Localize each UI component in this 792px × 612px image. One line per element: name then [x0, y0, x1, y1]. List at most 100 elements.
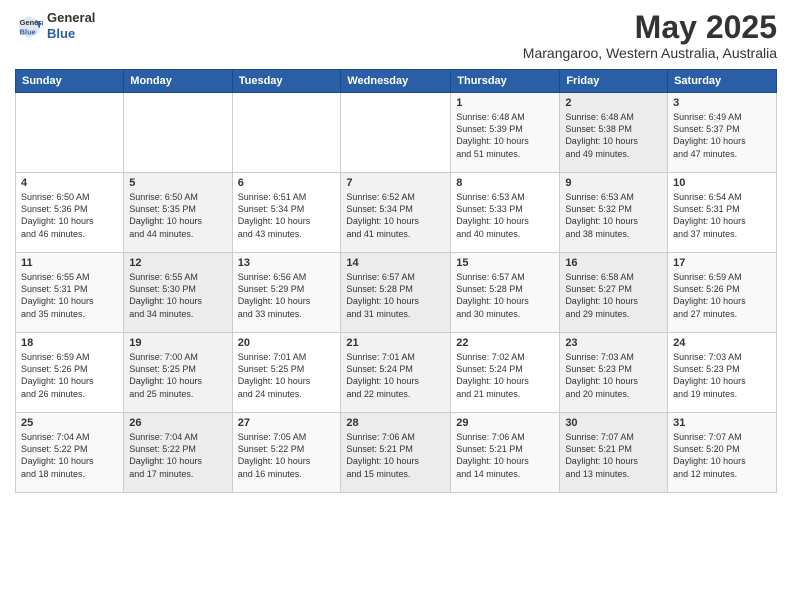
day-number: 23	[565, 337, 662, 349]
cell-content: Sunrise: 6:50 AM Sunset: 5:35 PM Dayligh…	[129, 191, 226, 240]
cell-content: Sunrise: 6:53 AM Sunset: 5:33 PM Dayligh…	[456, 191, 554, 240]
cell-content: Sunrise: 7:04 AM Sunset: 5:22 PM Dayligh…	[129, 431, 226, 480]
calendar-cell: 11Sunrise: 6:55 AM Sunset: 5:31 PM Dayli…	[16, 253, 124, 333]
day-header-thursday: Thursday	[451, 70, 560, 93]
day-number: 18	[21, 337, 118, 349]
calendar-cell: 28Sunrise: 7:06 AM Sunset: 5:21 PM Dayli…	[341, 413, 451, 493]
day-number: 8	[456, 177, 554, 189]
calendar-cell	[124, 93, 232, 173]
cell-content: Sunrise: 7:03 AM Sunset: 5:23 PM Dayligh…	[565, 351, 662, 400]
calendar-cell	[16, 93, 124, 173]
day-number: 29	[456, 417, 554, 429]
day-number: 19	[129, 337, 226, 349]
calendar-week-row: 18Sunrise: 6:59 AM Sunset: 5:26 PM Dayli…	[16, 333, 777, 413]
calendar-cell: 3 Sunrise: 6:49 AM Sunset: 5:37 PM Daylig…	[668, 93, 777, 173]
day-number: 6	[238, 177, 336, 189]
day-number: 4	[21, 177, 118, 189]
calendar-cell: 26 Sunrise: 7:04 AM Sunset: 5:22 PM Dayli…	[124, 413, 232, 493]
cell-content: Sunrise: 6:58 AM Sunset: 5:27 PM Dayligh…	[565, 271, 662, 320]
day-number: 15	[456, 257, 554, 269]
day-number: 9	[565, 177, 662, 189]
calendar-cell: 1 Sunrise: 6:48 AM Sunset: 5:39 PM Daylig…	[451, 93, 560, 173]
calendar-cell: 8 Sunrise: 6:53 AM Sunset: 5:33 PM Daylig…	[451, 173, 560, 253]
cell-content: Sunrise: 6:59 AM Sunset: 5:26 PM Dayligh…	[673, 271, 771, 320]
calendar-cell: 19Sunrise: 7:00 AM Sunset: 5:25 PM Dayli…	[124, 333, 232, 413]
calendar-cell: 30 Sunrise: 7:07 AM Sunset: 5:21 PM Dayli…	[560, 413, 668, 493]
header: General Blue General Blue May 2025 Maran…	[15, 10, 777, 61]
calendar-cell: 14Sunrise: 6:57 AM Sunset: 5:28 PM Dayli…	[341, 253, 451, 333]
day-number: 2	[565, 97, 662, 109]
cell-content: Sunrise: 6:56 AM Sunset: 5:29 PM Dayligh…	[238, 271, 336, 320]
cell-content: Sunrise: 6:50 AM Sunset: 5:36 PM Dayligh…	[21, 191, 118, 240]
calendar-week-row: 11Sunrise: 6:55 AM Sunset: 5:31 PM Dayli…	[16, 253, 777, 333]
calendar-week-row: 4 Sunrise: 6:50 AM Sunset: 5:36 PM Daylig…	[16, 173, 777, 253]
day-header-wednesday: Wednesday	[341, 70, 451, 93]
cell-content: Sunrise: 6:57 AM Sunset: 5:28 PM Dayligh…	[346, 271, 445, 320]
day-header-monday: Monday	[124, 70, 232, 93]
cell-content: Sunrise: 6:53 AM Sunset: 5:32 PM Dayligh…	[565, 191, 662, 240]
logo-text: General Blue	[47, 10, 95, 41]
day-number: 5	[129, 177, 226, 189]
cell-content: Sunrise: 7:06 AM Sunset: 5:21 PM Dayligh…	[346, 431, 445, 480]
calendar-cell: 6 Sunrise: 6:51 AM Sunset: 5:34 PM Daylig…	[232, 173, 341, 253]
calendar-cell: 27Sunrise: 7:05 AM Sunset: 5:22 PM Dayli…	[232, 413, 341, 493]
calendar-cell: 29Sunrise: 7:06 AM Sunset: 5:21 PM Dayli…	[451, 413, 560, 493]
cell-content: Sunrise: 7:01 AM Sunset: 5:25 PM Dayligh…	[238, 351, 336, 400]
calendar-cell: 12 Sunrise: 6:55 AM Sunset: 5:30 PM Dayli…	[124, 253, 232, 333]
calendar-week-row: 1 Sunrise: 6:48 AM Sunset: 5:39 PM Daylig…	[16, 93, 777, 173]
cell-content: Sunrise: 6:54 AM Sunset: 5:31 PM Dayligh…	[673, 191, 771, 240]
day-number: 3	[673, 97, 771, 109]
cell-content: Sunrise: 7:01 AM Sunset: 5:24 PM Dayligh…	[346, 351, 445, 400]
calendar-cell: 10 Sunrise: 6:54 AM Sunset: 5:31 PM Dayli…	[668, 173, 777, 253]
day-number: 12	[129, 257, 226, 269]
calendar-cell: 23 Sunrise: 7:03 AM Sunset: 5:23 PM Dayli…	[560, 333, 668, 413]
cell-content: Sunrise: 6:55 AM Sunset: 5:30 PM Dayligh…	[129, 271, 226, 320]
calendar-cell: 21 Sunrise: 7:01 AM Sunset: 5:24 PM Dayli…	[341, 333, 451, 413]
cell-content: Sunrise: 7:03 AM Sunset: 5:23 PM Dayligh…	[673, 351, 771, 400]
day-number: 13	[238, 257, 336, 269]
calendar-cell: 2 Sunrise: 6:48 AM Sunset: 5:38 PM Daylig…	[560, 93, 668, 173]
cell-content: Sunrise: 7:07 AM Sunset: 5:21 PM Dayligh…	[565, 431, 662, 480]
calendar-cell	[341, 93, 451, 173]
cell-content: Sunrise: 6:51 AM Sunset: 5:34 PM Dayligh…	[238, 191, 336, 240]
cell-content: Sunrise: 6:48 AM Sunset: 5:39 PM Dayligh…	[456, 111, 554, 160]
title-area: May 2025 Marangaroo, Western Australia, …	[523, 10, 777, 61]
day-number: 22	[456, 337, 554, 349]
day-number: 10	[673, 177, 771, 189]
cell-content: Sunrise: 6:52 AM Sunset: 5:34 PM Dayligh…	[346, 191, 445, 240]
day-number: 25	[21, 417, 118, 429]
day-number: 21	[346, 337, 445, 349]
day-header-saturday: Saturday	[668, 70, 777, 93]
calendar-cell: 4 Sunrise: 6:50 AM Sunset: 5:36 PM Daylig…	[16, 173, 124, 253]
day-number: 1	[456, 97, 554, 109]
day-number: 24	[673, 337, 771, 349]
calendar-cell: 9 Sunrise: 6:53 AM Sunset: 5:32 PM Daylig…	[560, 173, 668, 253]
day-header-tuesday: Tuesday	[232, 70, 341, 93]
day-number: 31	[673, 417, 771, 429]
calendar-cell: 13 Sunrise: 6:56 AM Sunset: 5:29 PM Dayli…	[232, 253, 341, 333]
calendar-cell	[232, 93, 341, 173]
calendar-table: SundayMondayTuesdayWednesdayThursdayFrid…	[15, 69, 777, 493]
location-title: Marangaroo, Western Australia, Australia	[523, 45, 777, 61]
logo: General Blue General Blue	[15, 10, 95, 41]
calendar-cell: 31 Sunrise: 7:07 AM Sunset: 5:20 PM Dayli…	[668, 413, 777, 493]
cell-content: Sunrise: 6:49 AM Sunset: 5:37 PM Dayligh…	[673, 111, 771, 160]
cell-content: Sunrise: 7:02 AM Sunset: 5:24 PM Dayligh…	[456, 351, 554, 400]
cell-content: Sunrise: 7:07 AM Sunset: 5:20 PM Dayligh…	[673, 431, 771, 480]
calendar-cell: 18Sunrise: 6:59 AM Sunset: 5:26 PM Dayli…	[16, 333, 124, 413]
day-number: 17	[673, 257, 771, 269]
day-number: 7	[346, 177, 445, 189]
calendar-cell: 20Sunrise: 7:01 AM Sunset: 5:25 PM Dayli…	[232, 333, 341, 413]
calendar-cell: 5 Sunrise: 6:50 AM Sunset: 5:35 PM Daylig…	[124, 173, 232, 253]
cell-content: Sunrise: 6:57 AM Sunset: 5:28 PM Dayligh…	[456, 271, 554, 320]
month-title: May 2025	[523, 10, 777, 45]
day-number: 16	[565, 257, 662, 269]
cell-content: Sunrise: 6:48 AM Sunset: 5:38 PM Dayligh…	[565, 111, 662, 160]
day-number: 26	[129, 417, 226, 429]
logo-icon: General Blue	[15, 12, 43, 40]
day-number: 30	[565, 417, 662, 429]
svg-text:Blue: Blue	[20, 27, 36, 36]
cell-content: Sunrise: 7:04 AM Sunset: 5:22 PM Dayligh…	[21, 431, 118, 480]
day-header-sunday: Sunday	[16, 70, 124, 93]
cell-content: Sunrise: 6:55 AM Sunset: 5:31 PM Dayligh…	[21, 271, 118, 320]
